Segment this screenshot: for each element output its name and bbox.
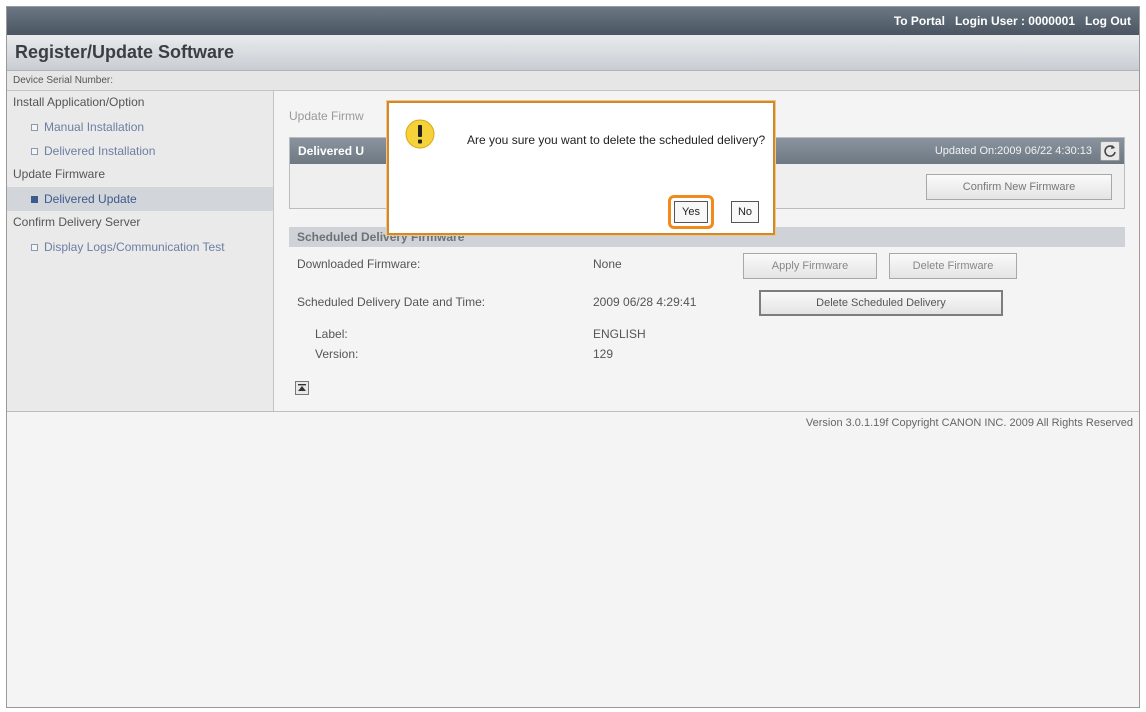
sidebar-item-delivered-update[interactable]: Delivered Update [7,187,273,211]
version-row: Version: 129 [315,347,1115,371]
device-serial-label: Device Serial Number: [13,75,114,86]
downloaded-firmware-label: Downloaded Firmware: [297,257,421,271]
bullet-icon [31,147,38,155]
apply-firmware-button[interactable]: Apply Firmware [743,253,877,279]
scroll-top-icon [298,384,306,391]
scheduled-date-label: Scheduled Delivery Date and Time: [297,295,486,309]
sidebar-item-label: Delivered Update [44,192,137,206]
login-user: Login User : 0000001 [954,14,1076,28]
sidebar-item-display-logs[interactable]: Display Logs/Communication Test [7,235,273,259]
sidebar-heading-update-firmware[interactable]: Update Firmware [7,163,273,187]
bullet-icon [31,123,38,131]
panel-title: Delivered U [298,144,365,158]
downloaded-firmware-value: None [593,257,622,271]
scheduled-date-value: 2009 06/28 4:29:41 [593,295,697,309]
app-window: To Portal Login User : 0000001 Log Out R… [6,6,1140,708]
warning-icon [405,119,435,149]
sidebar-item-delivered-installation[interactable]: Delivered Installation [7,139,273,163]
scroll-top-button[interactable] [295,381,309,395]
sidebar: Install Application/Option Manual Instal… [7,91,274,411]
title-bar: Register/Update Software [7,35,1139,71]
version-label: Version: [315,347,359,361]
confirm-delete-dialog: Are you sure you want to delete the sche… [387,101,775,235]
refresh-button[interactable] [1100,141,1120,161]
sidebar-heading-install[interactable]: Install Application/Option [7,91,273,115]
yes-button[interactable]: Yes [674,201,708,223]
version-value: 129 [593,347,614,361]
dialog-message: Are you sure you want to delete the sche… [467,133,766,147]
label-label: Label: [315,327,348,341]
top-links: To Portal Login User : 0000001 Log Out [894,14,1131,28]
sidebar-heading-confirm-delivery[interactable]: Confirm Delivery Server [7,211,273,235]
copyright: Version 3.0.1.19f Copyright CANON INC. 2… [805,417,1133,429]
refresh-icon [1104,145,1116,157]
delete-scheduled-delivery-button[interactable]: Delete Scheduled Delivery [759,290,1003,316]
sidebar-item-label: Delivered Installation [44,144,156,158]
to-portal-link[interactable]: To Portal [894,14,945,28]
breadcrumb: Update Firmw [289,109,364,123]
no-button[interactable]: No [731,201,759,223]
confirm-new-firmware-button[interactable]: Confirm New Firmware [926,174,1112,200]
bullet-icon [31,243,38,251]
yes-highlight: Yes [668,195,714,229]
top-bar: To Portal Login User : 0000001 Log Out [7,7,1139,35]
label-value: ENGLISH [593,327,646,341]
updated-on-timestamp: Updated On:2009 06/22 4:30:13 [934,145,1092,157]
sidebar-item-label: Manual Installation [44,120,145,134]
serial-bar: Device Serial Number: [7,71,1139,91]
footer-divider [7,411,1139,412]
bullet-icon [31,195,38,203]
delete-firmware-button[interactable]: Delete Firmware [889,253,1017,279]
logout-link[interactable]: Log Out [1085,14,1131,28]
page-title: Register/Update Software [15,42,235,62]
sidebar-item-label: Display Logs/Communication Test [44,240,225,254]
sidebar-item-manual-installation[interactable]: Manual Installation [7,115,273,139]
